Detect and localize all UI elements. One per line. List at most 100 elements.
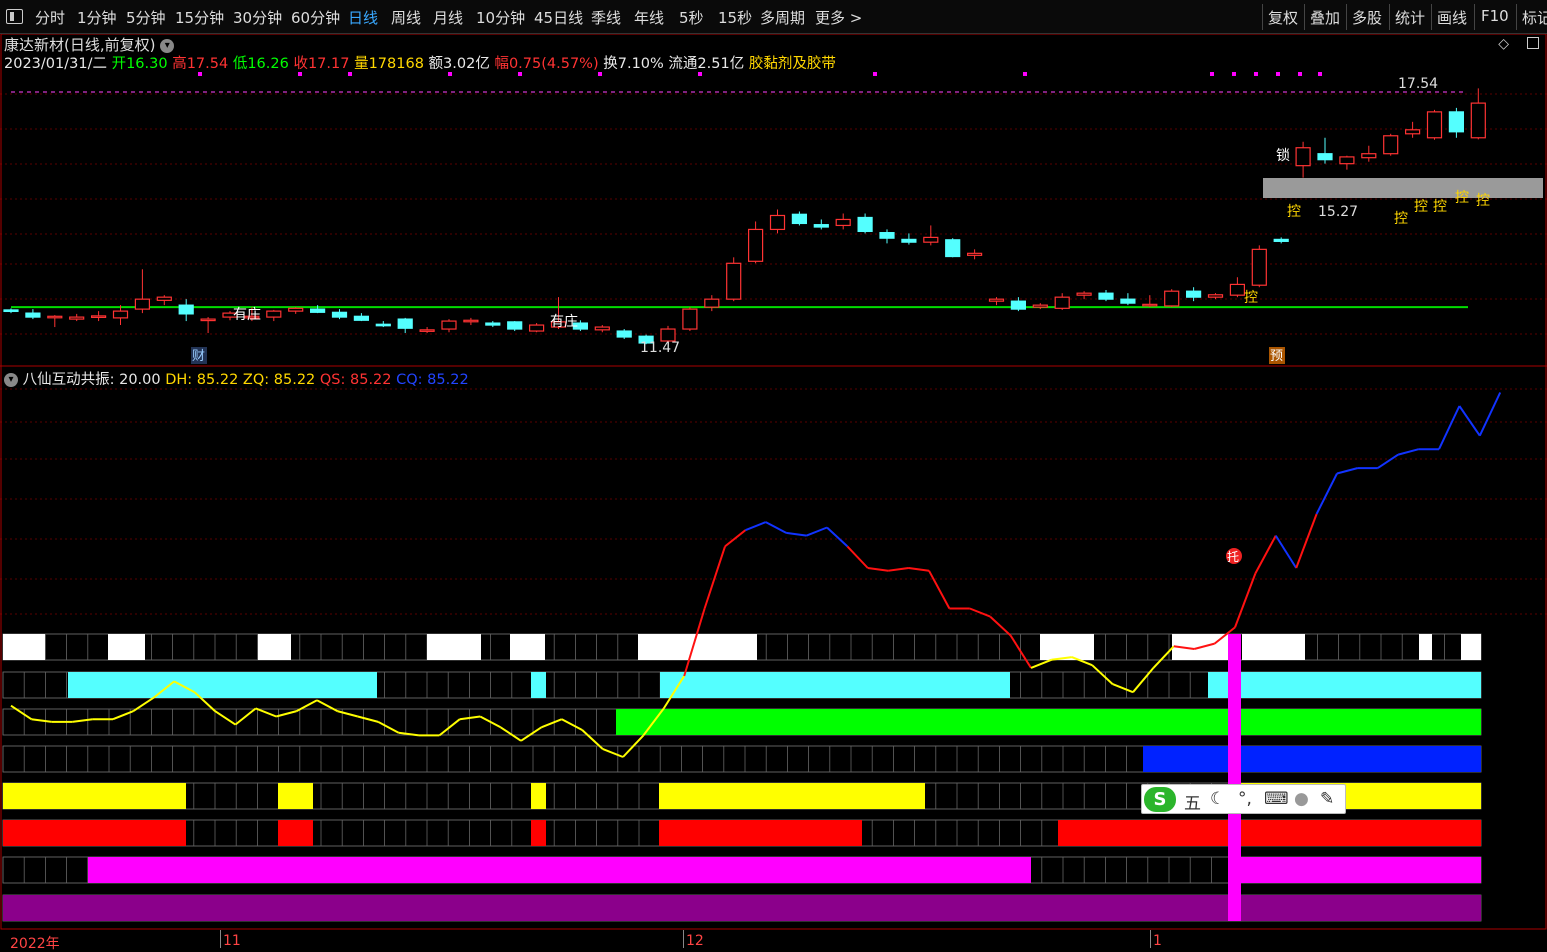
signal-dot [348,72,352,76]
strip-fill [1143,746,1481,772]
strip-fill [3,783,186,809]
period-quarterly[interactable]: 季线 [591,7,621,28]
fuquan-button[interactable]: 复权 [1268,7,1298,28]
candle-body [945,239,961,258]
strip-fill [278,783,313,809]
period-60min[interactable]: 60分钟 [291,7,340,28]
signal-dot [873,72,877,76]
mark-button[interactable]: 标记 [1522,7,1547,28]
candle-body [47,315,63,319]
signal-dot [1210,72,1214,76]
user-icon[interactable]: ● [1294,789,1309,809]
signal-dot [1276,72,1280,76]
candle-body [1448,111,1465,133]
signal-dot [1254,72,1258,76]
period-more[interactable]: 更多 > [815,7,862,28]
punct-icon[interactable]: °, [1238,789,1252,809]
strip-fill [510,634,545,660]
keyboard-icon[interactable]: ⌨ [1264,789,1289,809]
period-monthly[interactable]: 月线 [433,7,463,28]
candle-body [1032,304,1048,308]
indicator-segment [846,545,869,569]
ime-logo-icon[interactable]: S [1144,787,1176,812]
period-1min[interactable]: 1分钟 [77,7,117,28]
indicator-segment [1274,535,1298,569]
signal-dot [698,72,702,76]
multi-stock-button[interactable]: 多股 [1352,7,1382,28]
signal-bar [1228,634,1241,921]
draw-line-button[interactable]: 画线 [1437,7,1467,28]
toolbar-divider [1304,4,1305,30]
period-45day[interactable]: 45日线 [534,7,583,28]
period-weekly[interactable]: 周线 [391,7,421,28]
wrench-icon[interactable]: ✎ [1320,789,1334,809]
candle-body [1207,294,1224,298]
candlesticks [3,88,1486,345]
strip-fill [616,709,1481,735]
period-fenshi[interactable]: 分时 [35,7,65,28]
strip-fill [258,634,291,660]
indicator-segment [1254,535,1277,574]
candle-body [813,224,829,228]
strip-fill [88,857,1031,883]
period-10min[interactable]: 10分钟 [476,7,525,28]
youzhuang-label: 有庄 [233,306,261,323]
level-price-label: 15.27 [1318,204,1358,220]
toolbar-divider [1516,4,1517,30]
resistance-band [1263,178,1543,198]
ime-toolbar[interactable]: S 五 ☾ °, ⌨ ● ✎ [1141,784,1346,814]
candle-body [791,213,808,225]
strip-fill [3,634,45,660]
indicator-segment [826,526,849,548]
candle-body [857,216,873,233]
resonance-strips [2,633,1482,922]
candle-body [200,318,216,322]
strip-fill [1040,634,1094,660]
cai-badge[interactable]: 财 [192,349,205,364]
candle-body [375,323,391,327]
chart-annotations: 17.54 11.47 15.27 有庄 有庄 控 控 控 控 控 控 控 锁 … [191,76,1490,564]
date-label: 2022年 [10,936,60,952]
indicator-segment [969,607,991,618]
candle-body [1383,135,1399,155]
period-15min[interactable]: 15分钟 [175,7,224,28]
strip-fill [531,783,546,809]
overlay-button[interactable]: 叠加 [1310,7,1340,28]
candle-body [288,307,304,312]
signal-dot [198,72,202,76]
candle-body [1295,147,1311,167]
period-15sec[interactable]: 15秒 [718,7,752,28]
candle-body [485,322,501,326]
period-30min[interactable]: 30分钟 [233,7,282,28]
ime-mode[interactable]: 五 [1184,789,1201,814]
strip-fill [427,634,481,660]
strip-fill [638,634,757,660]
period-5min[interactable]: 5分钟 [126,7,166,28]
candle-body [1142,303,1158,307]
candle-body [879,232,895,239]
period-multi[interactable]: 多周期 [760,7,805,28]
toolbar-divider [1389,4,1390,30]
indicator-segment [1295,513,1318,569]
date-label: 12 [686,933,704,949]
strip-fill [660,672,1010,698]
candle-body [134,298,150,310]
candle-body [266,310,282,318]
candle-body [397,318,413,329]
candle-body [769,214,786,231]
strip-fill [1058,820,1481,846]
indicator-segment [1234,573,1257,628]
kong-label: 控 [1414,199,1428,215]
period-5sec[interactable]: 5秒 [679,7,704,28]
period-daily[interactable]: 日线 [348,7,378,28]
candle-body [331,311,348,318]
yu-badge[interactable]: 预 [1270,349,1283,364]
period-yearly[interactable]: 年线 [634,7,664,28]
moon-icon[interactable]: ☾ [1210,789,1225,809]
f10-button[interactable]: F10 [1481,7,1509,25]
stats-button[interactable]: 统计 [1395,7,1425,28]
panel-menu-icon[interactable] [6,9,23,24]
candle-body [594,326,610,331]
strip-fill [659,820,862,846]
kong-label: 控 [1287,204,1301,220]
